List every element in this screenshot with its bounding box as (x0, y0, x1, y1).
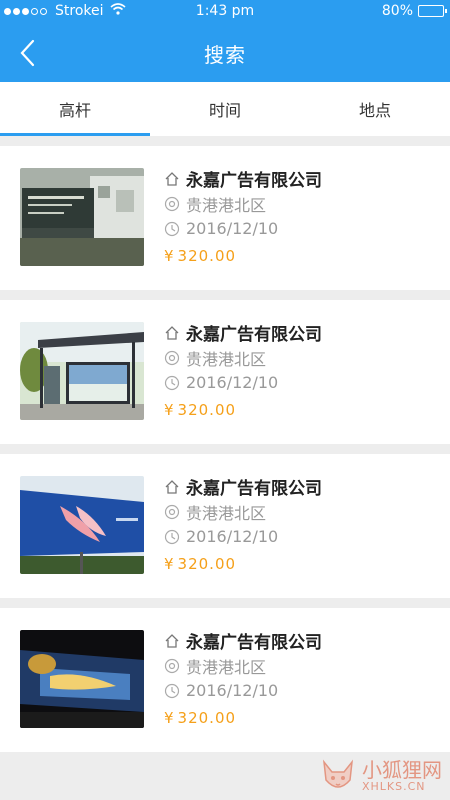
battery-icon (418, 5, 447, 17)
app-header: Strokei 1:43 pm 80% 搜索 (0, 0, 450, 82)
home-icon (165, 479, 179, 494)
location: 贵港港北区 (164, 191, 322, 216)
list-item[interactable]: 永嘉广告有限公司 贵港港北区 2016/12/10 ¥320.00 (0, 146, 450, 290)
listing-image (20, 476, 144, 574)
company-name: 永嘉广告有限公司 (164, 474, 322, 499)
page-title: 搜索 (204, 43, 246, 67)
listing-image (20, 630, 144, 728)
location-pin-icon (164, 350, 180, 365)
list-item[interactable]: 永嘉广告有限公司 贵港港北区 2016/12/10 ¥320.00 (0, 300, 450, 444)
price: ¥320.00 (164, 709, 237, 727)
clock-icon (164, 683, 180, 698)
date: 2016/12/10 (164, 216, 322, 241)
clock-icon (164, 529, 180, 544)
home-icon (165, 171, 179, 186)
location: 贵港港北区 (164, 499, 322, 524)
site-watermark: 小狐狸网 XHLKS.CN (318, 756, 442, 796)
company-name: 永嘉广告有限公司 (164, 320, 322, 345)
location-pin-icon (164, 196, 180, 211)
tab-time[interactable]: 时间 (150, 82, 300, 136)
location-pin-icon (164, 658, 180, 673)
date: 2016/12/10 (164, 370, 322, 395)
list-item[interactable]: 永嘉广告有限公司 贵港港北区 2016/12/10 ¥320.00 (0, 454, 450, 598)
listing-image (20, 168, 144, 266)
fox-logo-icon (322, 759, 354, 788)
price: ¥320.00 (164, 401, 237, 419)
list-item[interactable]: 永嘉广告有限公司 贵港港北区 2016/12/10 ¥320.00 (0, 608, 450, 752)
company-name: 永嘉广告有限公司 (164, 628, 322, 653)
nav-bar: 搜索 (0, 24, 450, 82)
home-icon (165, 633, 179, 648)
watermark-en: XHLKS.CN (362, 779, 426, 793)
date: 2016/12/10 (164, 678, 322, 703)
battery-percent: 80% (381, 3, 413, 19)
location-pin-icon (164, 504, 180, 519)
location: 贵港港北区 (164, 653, 322, 678)
tab-location[interactable]: 地点 (300, 82, 450, 136)
price: ¥320.00 (164, 555, 237, 573)
location: 贵港港北区 (164, 345, 322, 370)
listing-image (20, 322, 144, 420)
clock-icon (164, 375, 180, 390)
company-name: 永嘉广告有限公司 (164, 166, 322, 191)
status-bar: Strokei 1:43 pm 80% (0, 0, 450, 24)
home-icon (165, 325, 179, 340)
clock-icon (164, 221, 180, 236)
price: ¥320.00 (164, 247, 237, 265)
watermark-cn: 小狐狸网 (362, 757, 442, 782)
date: 2016/12/10 (164, 524, 322, 549)
tab-height[interactable]: 高杆 (0, 82, 150, 136)
filter-tabs: 高杆 时间 地点 (0, 82, 450, 136)
